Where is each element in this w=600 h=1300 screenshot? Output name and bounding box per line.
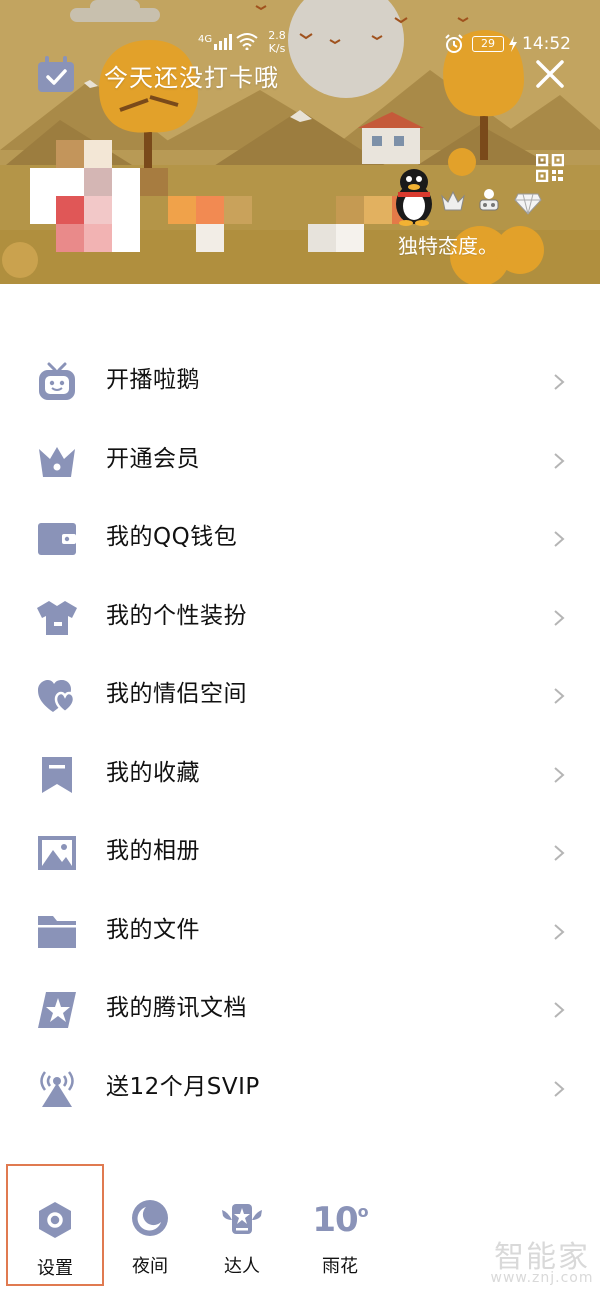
status-time: 14:52 — [522, 34, 571, 54]
weather-button[interactable]: 10o 雨花 — [294, 1164, 386, 1284]
broadcast-icon — [40, 1070, 74, 1107]
folder-icon — [38, 915, 76, 948]
chevron-right-icon — [554, 766, 565, 783]
qq-side-drawer: 4G 2.8 K/s 29 14:52 今天还没打卡哦 独特态度。 开播啦鹅 开… — [0, 0, 600, 1300]
settings-label: 设置 — [37, 1258, 73, 1279]
charging-icon — [509, 36, 517, 52]
tv-robot-icon — [39, 362, 75, 400]
menu-item-album[interactable]: 我的相册 — [0, 813, 600, 892]
level-sun-icon[interactable] — [476, 186, 502, 214]
personal-signature[interactable]: 独特态度。 — [398, 230, 498, 259]
menu-item-vip[interactable]: 开通会员 — [0, 421, 600, 500]
net-speed-value: 2.8 — [268, 29, 286, 42]
settings-gear-icon — [39, 1202, 71, 1238]
crown-icon — [39, 446, 75, 477]
network-type: 4G — [198, 34, 213, 45]
winged-badge-icon — [222, 1204, 262, 1234]
expert-button[interactable]: 达人 — [196, 1164, 288, 1284]
diamond-icon[interactable] — [514, 192, 542, 216]
bookmark-icon — [42, 756, 72, 793]
menu-item-files[interactable]: 我的文件 — [0, 892, 600, 971]
chevron-right-icon — [554, 531, 565, 547]
drawer-menu: 开播啦鹅 开通会员 我的QQ钱包 我的个性装扮 我的情侣空间 我的收藏 我的相册… — [0, 342, 600, 1127]
menu-item-label: 我的腾讯文档 — [106, 995, 247, 1021]
chevron-right-icon — [554, 1080, 565, 1097]
checkin-prompt[interactable]: 今天还没打卡哦 — [104, 58, 279, 93]
signal-icon — [214, 34, 232, 50]
menu-item-live[interactable]: 开播啦鹅 — [0, 342, 600, 421]
chevron-right-icon — [554, 609, 565, 626]
menu-item-label: 我的文件 — [106, 916, 200, 943]
expert-label: 达人 — [224, 1256, 260, 1277]
menu-item-label: 我的相册 — [106, 838, 200, 864]
menu-item-label: 开播啦鹅 — [106, 367, 200, 393]
menu-item-wallet[interactable]: 我的QQ钱包 — [0, 499, 600, 578]
calendar-check-icon[interactable] — [36, 56, 76, 94]
level-crown-icon[interactable] — [440, 188, 466, 214]
chevron-right-icon — [554, 374, 565, 390]
night-mode-label: 夜间 — [132, 1256, 168, 1277]
alarm-icon — [445, 34, 463, 53]
net-speed: 2.8 K/s — [264, 29, 290, 55]
chevron-right-icon — [554, 845, 565, 861]
battery-indicator: 29 — [472, 36, 504, 52]
moon-icon — [132, 1200, 168, 1236]
menu-item-label: 开通会员 — [106, 445, 200, 472]
menu-item-label: 我的个性装扮 — [106, 602, 247, 629]
menu-item-theme[interactable]: 我的个性装扮 — [0, 578, 600, 657]
menu-item-label: 送12个月SVIP — [106, 1073, 260, 1100]
site-watermark: 智能家 www.znj.com — [488, 1232, 596, 1292]
couple-hearts-icon — [38, 680, 76, 714]
weather-degree: o — [357, 1202, 369, 1221]
menu-item-couple[interactable]: 我的情侣空间 — [0, 656, 600, 735]
chevron-right-icon — [554, 923, 565, 940]
status-bar: 4G 2.8 K/s 29 14:52 — [0, 28, 600, 62]
qq-penguin-icon[interactable] — [392, 168, 436, 226]
menu-item-label: 我的QQ钱包 — [106, 524, 238, 550]
chevron-right-icon — [554, 688, 565, 704]
close-icon[interactable] — [534, 58, 566, 90]
menu-item-label: 我的情侣空间 — [106, 681, 247, 707]
settings-button[interactable]: 设置 — [6, 1164, 104, 1286]
weather-temp-value: 10 — [312, 1200, 358, 1240]
menu-item-label: 我的收藏 — [106, 759, 200, 786]
qr-code-icon[interactable] — [536, 154, 564, 182]
photo-icon — [38, 836, 76, 870]
menu-item-gift-svip[interactable]: 送12个月SVIP — [0, 1049, 600, 1128]
watermark-url: www.znj.com — [490, 1270, 594, 1286]
doc-star-icon — [38, 992, 76, 1028]
chevron-right-icon — [554, 452, 565, 469]
shirt-icon — [37, 600, 77, 635]
menu-item-favorites[interactable]: 我的收藏 — [0, 735, 600, 814]
chevron-right-icon — [554, 1002, 565, 1018]
wifi-icon — [236, 33, 258, 50]
menu-item-tencent-docs[interactable]: 我的腾讯文档 — [0, 970, 600, 1049]
weather-temperature: 10o — [294, 1200, 386, 1240]
wallet-icon — [38, 523, 76, 555]
night-mode-button[interactable]: 夜间 — [104, 1164, 196, 1284]
net-speed-unit: K/s — [268, 42, 286, 55]
weather-location-label: 雨花 — [322, 1256, 358, 1277]
profile-header: 4G 2.8 K/s 29 14:52 今天还没打卡哦 独特态度。 — [0, 0, 600, 284]
